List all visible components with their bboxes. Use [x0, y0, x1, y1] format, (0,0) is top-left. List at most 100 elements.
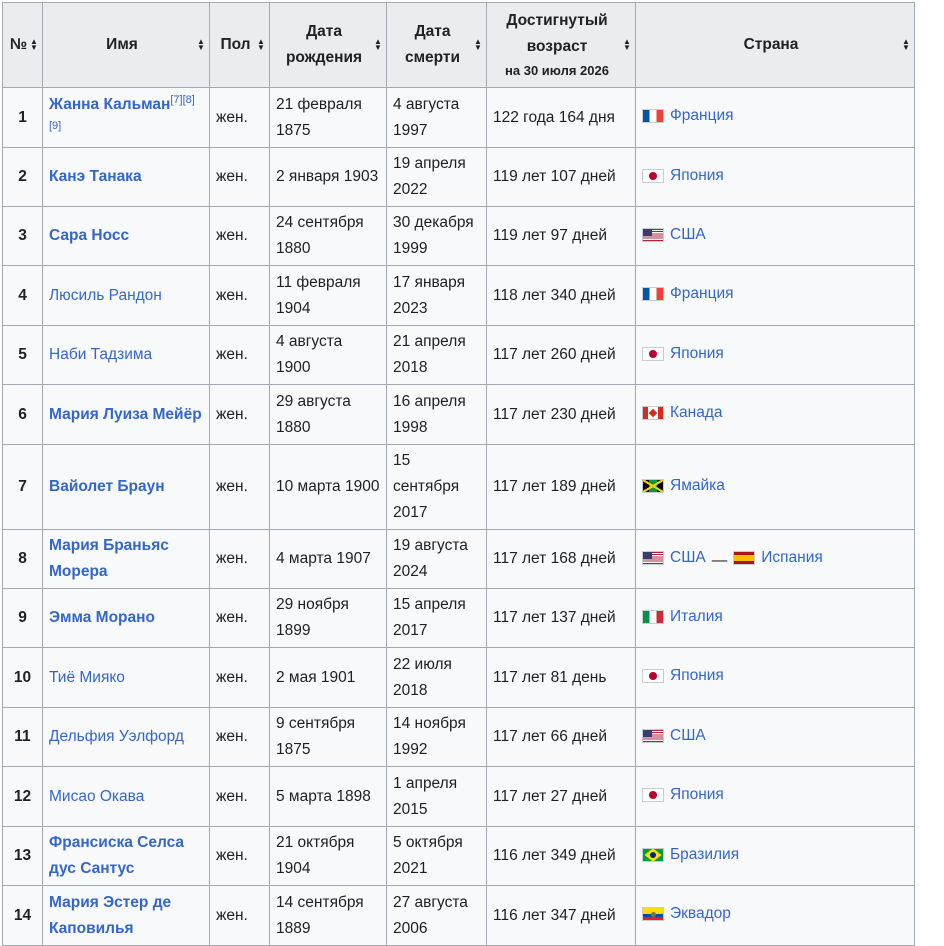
cell-death-date: 1 апреля 2015 — [386, 766, 487, 827]
country-item: США — [642, 723, 706, 749]
country-link[interactable]: Япония — [670, 163, 724, 189]
country-link[interactable]: Испания — [761, 545, 823, 571]
cell-birth-date: 2 мая 1901 — [269, 647, 387, 708]
cell-sex: жен. — [209, 206, 270, 266]
cell-country: Япония — [635, 647, 915, 708]
person-link[interactable]: Наби Тадзима — [49, 346, 152, 363]
person-link[interactable]: Канэ Танака — [49, 168, 142, 185]
cell-num: 5 — [2, 325, 43, 385]
cell-num: 7 — [2, 444, 43, 530]
supercentenarians-table: № ▲ ▼ Имя ▲ ▼ Пол ▲ ▼ Дата рождения ▲ ▼ Дата… — [2, 2, 915, 946]
cell-name: Наби Тадзима — [42, 325, 210, 385]
person-link[interactable]: Франсиска Селса дус Сантус — [49, 834, 184, 877]
table-row: 1 Жанна Кальман[7][8][9] жен. 21 февраля 18… — [2, 87, 915, 148]
cell-country: Бразилия — [635, 826, 915, 886]
cell-age: 117 лет 137 дней — [486, 588, 636, 648]
table-body: 1 Жанна Кальман[7][8][9] жен. 21 февраля 18… — [2, 87, 915, 946]
person-link[interactable]: Мисао Окава — [49, 788, 144, 805]
country-link[interactable]: Эквадор — [670, 901, 731, 927]
table-row: 10 Тиё Мияко жен. 2 мая 1901 22 июля 2018 117… — [2, 647, 915, 708]
country-item: Япония — [642, 663, 724, 689]
sort-arrows-icon[interactable]: ▲ ▼ — [30, 38, 38, 52]
country-item: Япония — [642, 782, 724, 808]
country-link[interactable]: Ямайка — [670, 473, 725, 499]
header-country[interactable]: Страна ▲ ▼ — [635, 2, 915, 88]
country-link[interactable]: Япония — [670, 663, 724, 689]
cell-birth-date: 4 августа 1900 — [269, 325, 387, 385]
cell-country: Япония — [635, 147, 915, 207]
sort-arrows-icon[interactable]: ▲ ▼ — [197, 38, 205, 52]
sort-arrows-icon[interactable]: ▲ ▼ — [902, 38, 910, 52]
cell-death-date: 19 апреля 2022 — [386, 147, 487, 207]
cell-age: 117 лет 168 дней — [486, 529, 636, 589]
cell-death-date: 30 декабря 1999 — [386, 206, 487, 266]
header-death[interactable]: Дата смерти ▲ ▼ — [386, 2, 487, 88]
cell-death-date: 19 августа 2024 — [386, 529, 487, 589]
cell-sex: жен. — [209, 444, 270, 530]
header-row: № ▲ ▼ Имя ▲ ▼ Пол ▲ ▼ Дата рождения ▲ ▼ Дата… — [2, 2, 915, 88]
sort-arrows-icon[interactable]: ▲ ▼ — [474, 38, 482, 52]
cell-age: 117 лет 230 дней — [486, 384, 636, 445]
cell-age: 117 лет 81 день — [486, 647, 636, 708]
cell-birth-date: 21 октября 1904 — [269, 826, 387, 886]
cell-sex: жен. — [209, 325, 270, 385]
person-link[interactable]: Эмма Морано — [49, 609, 155, 626]
flag-jp-icon — [642, 669, 664, 683]
header-age[interactable]: Достигнутый возраст на 30 июля 2026 ▲ ▼ — [486, 2, 636, 88]
table-row: 9 Эмма Морано жен. 29 ноября 1899 15 апреля … — [2, 588, 915, 648]
country-link[interactable]: Бразилия — [670, 842, 739, 868]
cell-country: Япония — [635, 766, 915, 827]
country-link[interactable]: Япония — [670, 782, 724, 808]
country-link[interactable]: Япония — [670, 341, 724, 367]
flag-it-icon — [642, 609, 664, 624]
person-link[interactable]: Жанна Кальман — [49, 96, 170, 113]
country-link[interactable]: Канада — [670, 400, 723, 426]
country-item: Канада — [642, 400, 723, 426]
country-link[interactable]: США — [670, 723, 706, 749]
person-link[interactable]: Вайолет Браун — [49, 478, 165, 495]
header-sex[interactable]: Пол ▲ ▼ — [209, 2, 270, 88]
person-link[interactable]: Мария Браньяс Морера — [49, 537, 169, 580]
country-link[interactable]: Франция — [670, 281, 734, 307]
country-link[interactable]: Франция — [670, 103, 734, 129]
sort-arrows-icon[interactable]: ▲ ▼ — [257, 38, 265, 52]
country-link[interactable]: Италия — [670, 604, 723, 630]
person-link[interactable]: Тиё Мияко — [49, 669, 125, 686]
cell-death-date: 5 октября 2021 — [386, 826, 487, 886]
person-link[interactable]: Сара Носс — [49, 227, 129, 244]
cell-death-date: 15 сентября 2017 — [386, 444, 487, 530]
person-link[interactable]: Дельфия Уэлфорд — [49, 728, 184, 745]
cell-name: Мария Браньяс Морера — [42, 529, 210, 589]
flag-ca-icon — [642, 406, 664, 420]
person-link[interactable]: Мария Луиза Мейёр — [49, 406, 202, 423]
cell-birth-date: 29 ноября 1899 — [269, 588, 387, 648]
cell-num: 2 — [2, 147, 43, 207]
cell-country: США — [635, 206, 915, 266]
table-row: 12 Мисао Окава жен. 5 марта 1898 1 апреля 20… — [2, 766, 915, 827]
header-name[interactable]: Имя ▲ ▼ — [42, 2, 210, 88]
country-item: Япония — [642, 341, 724, 367]
flag-us-icon — [642, 728, 664, 743]
sort-arrows-icon[interactable]: ▲ ▼ — [623, 38, 631, 52]
person-link[interactable]: Люсиль Рандон — [49, 287, 162, 304]
person-link[interactable]: Мария Эстер де Каповилья — [49, 894, 171, 937]
header-birth[interactable]: Дата рождения ▲ ▼ — [269, 2, 387, 88]
flag-jp-icon — [642, 788, 664, 802]
country-link[interactable]: США — [670, 222, 706, 248]
sort-arrows-icon[interactable]: ▲ ▼ — [374, 38, 382, 52]
country-link[interactable]: США — [670, 545, 706, 571]
cell-num: 8 — [2, 529, 43, 589]
cell-name: Вайолет Браун — [42, 444, 210, 530]
cell-sex: жен. — [209, 826, 270, 886]
header-age-subtitle: на 30 июля 2026 — [505, 63, 609, 78]
header-num[interactable]: № ▲ ▼ — [2, 2, 43, 88]
cell-age: 117 лет 189 дней — [486, 444, 636, 530]
table-row: 5 Наби Тадзима жен. 4 августа 1900 21 апреля… — [2, 325, 915, 385]
cell-age: 117 лет 27 дней — [486, 766, 636, 827]
flag-fr-icon — [642, 287, 664, 301]
cell-death-date: 21 апреля 2018 — [386, 325, 487, 385]
cell-death-date: 17 января 2023 — [386, 265, 487, 326]
cell-name: Сара Носс — [42, 206, 210, 266]
cell-death-date: 14 ноября 1992 — [386, 707, 487, 767]
flag-br-icon — [642, 847, 664, 862]
